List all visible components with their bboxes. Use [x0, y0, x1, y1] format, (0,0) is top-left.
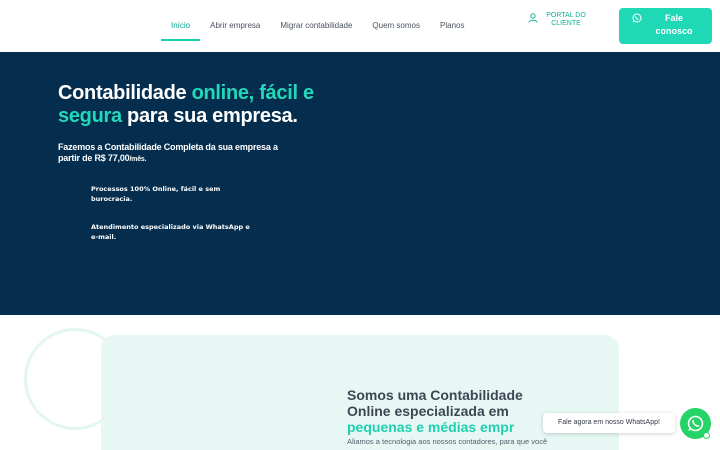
user-icon	[528, 13, 538, 23]
nav-item-planos[interactable]: Planos	[430, 14, 474, 41]
hero-section: Contabilidade online, fácil e segura par…	[0, 52, 720, 315]
site-header: Início Abrir empresa Migrar contabilidad…	[0, 0, 720, 52]
hero-subtitle-main: Fazemos a Contabilidade Completa da sua …	[58, 142, 278, 163]
nav-item-quem-somos[interactable]: Quem somos	[362, 14, 430, 41]
feature-item: Processos 100% Online, fácil e sem buroc…	[91, 185, 221, 203]
about-title-line: Somos uma Contabilidade Online especiali…	[347, 387, 523, 419]
nav-item-migrar-contabilidade[interactable]: Migrar contabilidade	[270, 14, 362, 41]
hero-subtitle: Fazemos a Contabilidade Completa da sua …	[58, 142, 298, 165]
hero-title: Contabilidade online, fácil e segura par…	[58, 82, 348, 128]
notification-dot	[703, 432, 710, 439]
about-text: Aliamos a tecnologia aos nossos contador…	[347, 437, 548, 446]
about-title-highlight: pequenas e médias empr	[347, 419, 515, 435]
whatsapp-icon	[632, 13, 642, 23]
nav-item-inicio[interactable]: Início	[161, 14, 201, 41]
portal-cliente-link[interactable]: PORTAL DO CLIENTE	[528, 12, 586, 27]
main-nav: Início Abrir empresa Migrar contabilidad…	[161, 14, 474, 41]
fale-conosco-button[interactable]: Fale conosco	[619, 8, 712, 44]
hero-title-part2: para sua empresa.	[121, 105, 298, 127]
feature-item: Atendimento especializado via WhatsApp e…	[91, 223, 250, 241]
whatsapp-tooltip: Fale agora em nosso WhatsApp!	[543, 413, 675, 433]
page: Início Abrir empresa Migrar contabilidad…	[0, 0, 720, 450]
whatsapp-float-button[interactable]	[680, 408, 711, 439]
hero-subtitle-suffix: /mês.	[129, 156, 147, 163]
whatsapp-icon	[687, 415, 704, 432]
hero-title-part1: Contabilidade	[58, 82, 192, 104]
fale-conosco-label: Fale conosco	[655, 13, 693, 36]
nav-item-abrir-empresa[interactable]: Abrir empresa	[200, 14, 270, 41]
portal-cliente-label: PORTAL DO CLIENTE	[546, 12, 586, 27]
about-title: Somos uma Contabilidade Online especiali…	[347, 387, 567, 435]
